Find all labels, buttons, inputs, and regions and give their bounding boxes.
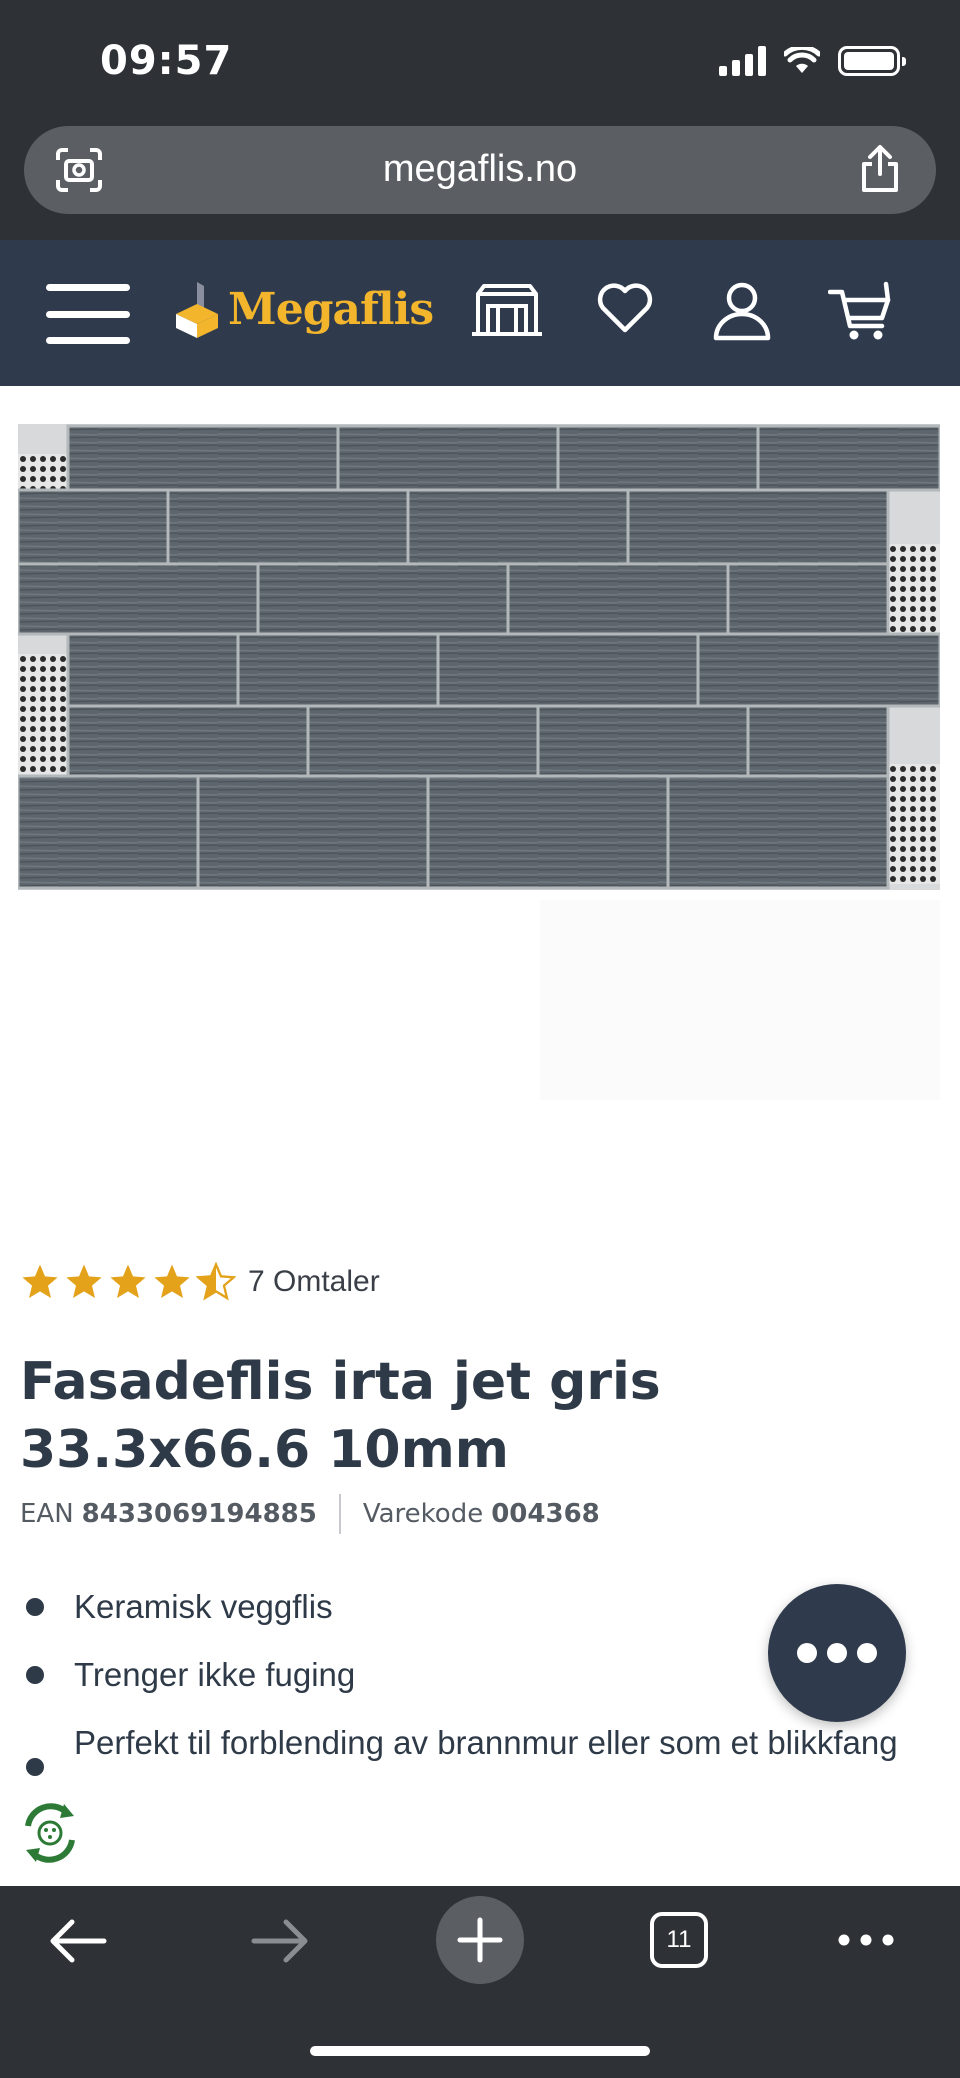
dot-icon: [857, 1643, 877, 1663]
site-header: Megaflis: [0, 240, 960, 386]
feature-text: Trenger ikke fuging: [74, 1656, 356, 1693]
bullet-icon: [26, 1598, 44, 1616]
feature-text: Keramisk veggflis: [74, 1588, 333, 1625]
cellular-signal-icon: [719, 46, 766, 76]
dot-icon: [827, 1643, 847, 1663]
dot-icon: [797, 1643, 817, 1663]
item-code-label: Varekode: [362, 1499, 484, 1529]
more-options-button[interactable]: [768, 1584, 906, 1722]
showroom-icon[interactable]: [468, 280, 546, 338]
status-time: 09:57: [100, 38, 233, 84]
status-icons: [719, 46, 906, 76]
bullet-icon: [26, 1758, 44, 1776]
product-title: Fasadeflis irta jet gris 33.3x66.6 10mm: [20, 1352, 661, 1480]
product-image[interactable]: [18, 424, 940, 890]
star-full-icon: [66, 1264, 102, 1298]
menu-icon[interactable]: [46, 284, 130, 344]
eco-recycle-icon[interactable]: [14, 1796, 86, 1870]
tabs-button[interactable]: 11: [650, 1912, 708, 1968]
more-icon[interactable]: [836, 1930, 896, 1950]
address-bar[interactable]: megaflis.no: [24, 126, 936, 214]
user-icon[interactable]: [712, 280, 772, 342]
image-placeholder: [540, 900, 940, 1100]
forward-icon[interactable]: [250, 1916, 310, 1966]
home-indicator: [310, 2046, 650, 2056]
star-rating: [20, 1262, 236, 1302]
share-icon[interactable]: [858, 144, 902, 194]
product-rating[interactable]: 7 Omtaler: [20, 1262, 380, 1302]
ean-value: 8433069194885: [81, 1499, 317, 1529]
feature-item: Perfekt til forblending av brannmur elle…: [22, 1718, 912, 1776]
bullet-icon: [26, 1666, 44, 1684]
ean-label: EAN: [20, 1499, 74, 1529]
item-code-value: 004368: [491, 1499, 600, 1529]
back-icon[interactable]: [48, 1916, 108, 1966]
star-full-icon: [22, 1264, 58, 1298]
product-codes: EAN 8433069194885 Varekode 004368: [20, 1494, 600, 1534]
browser-address-area: megaflis.no: [0, 118, 960, 240]
status-bar: 09:57: [0, 0, 960, 118]
site-logo[interactable]: Megaflis: [174, 278, 434, 340]
star-full-icon: [110, 1264, 146, 1298]
heart-icon[interactable]: [596, 280, 654, 336]
star-half-icon: [196, 1262, 236, 1301]
plus-icon: [457, 1917, 503, 1963]
cart-icon[interactable]: [828, 280, 894, 342]
feature-text: Perfekt til forblending av brannmur elle…: [74, 1724, 898, 1761]
url-text[interactable]: megaflis.no: [24, 148, 936, 191]
brand-name: Megaflis: [228, 283, 434, 335]
battery-icon: [838, 46, 906, 76]
wifi-icon: [784, 47, 820, 73]
logo-mark-icon: [176, 282, 218, 338]
reviews-count[interactable]: 7 Omtaler: [248, 1265, 380, 1299]
new-tab-button[interactable]: [436, 1896, 524, 1984]
codes-divider: [338, 1494, 341, 1534]
star-full-icon: [154, 1264, 190, 1298]
